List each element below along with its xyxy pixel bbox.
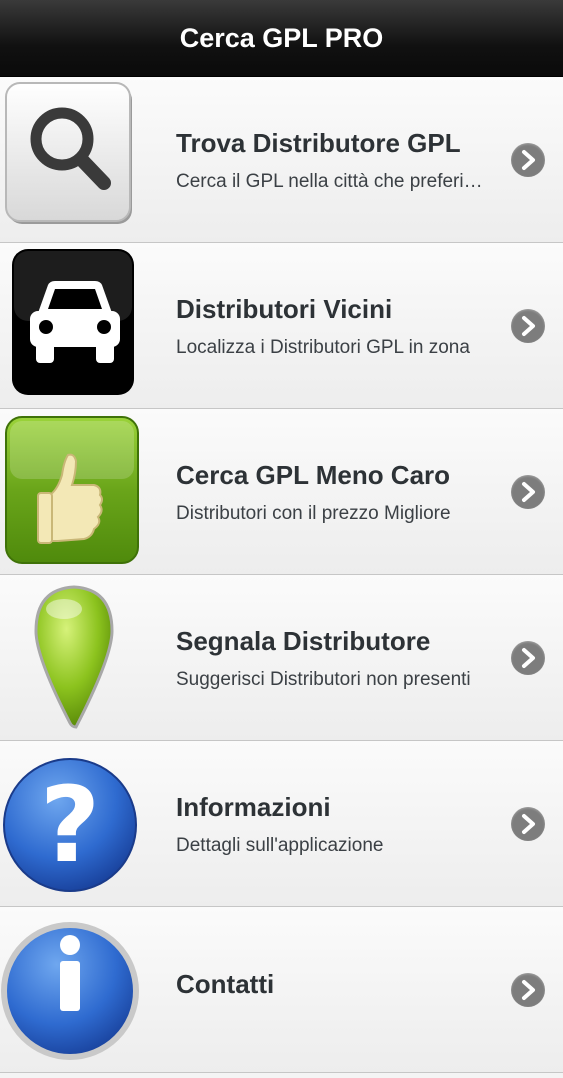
app-title: Cerca GPL PRO — [179, 22, 384, 53]
magnifier-icon — [0, 77, 150, 243]
chevron-right-icon — [511, 308, 545, 343]
menu-item-cerca-meno-caro[interactable]: Cerca GPL Meno Caro Distributori con il … — [0, 409, 563, 575]
chevron-right-icon — [511, 972, 545, 1007]
menu-item-distributori-vicini[interactable]: Distributori Vicini Localizza i Distribu… — [0, 243, 563, 409]
info-icon — [0, 907, 150, 1073]
menu-item-title: Distributori Vicini — [176, 294, 393, 324]
thumbs-up-icon — [0, 409, 150, 575]
action-bar: Cerca GPL PRO — [0, 0, 563, 77]
chevron-right-icon — [511, 806, 545, 841]
question-icon: ? — [0, 741, 150, 907]
map-pin-icon — [0, 575, 150, 741]
menu-item-title: Contatti — [176, 969, 275, 999]
menu-item-subtitle: Cerca il GPL nella città che preferi… — [176, 171, 483, 192]
menu-item-title: Segnala Distributore — [176, 626, 431, 656]
chevron-right-icon — [511, 142, 545, 177]
menu-item-title: Informazioni — [176, 792, 331, 822]
menu-item-subtitle: Suggerisci Distributori non presenti — [176, 669, 471, 690]
menu-item-subtitle: Dettagli sull'applicazione — [176, 835, 384, 856]
menu-item-subtitle: Distributori con il prezzo Migliore — [176, 503, 451, 524]
menu-item-segnala-distributore[interactable]: Segnala Distributore Suggerisci Distribu… — [0, 575, 563, 741]
menu-item-subtitle: Localizza i Distributori GPL in zona — [176, 337, 470, 358]
car-icon — [0, 243, 150, 409]
menu-item-informazioni[interactable]: ? Informazioni Dettagli sull'applicazion… — [0, 741, 563, 907]
menu-item-contatti[interactable]: Contatti — [0, 907, 563, 1073]
chevron-right-icon — [511, 474, 545, 509]
menu-list: Trova Distributore GPL Cerca il GPL nell… — [0, 77, 563, 1073]
chevron-right-icon — [511, 640, 545, 675]
menu-item-trova-distributore[interactable]: Trova Distributore GPL Cerca il GPL nell… — [0, 77, 563, 243]
menu-item-title: Trova Distributore GPL — [176, 128, 461, 158]
svg-text:?: ? — [40, 764, 100, 886]
menu-item-title: Cerca GPL Meno Caro — [176, 460, 451, 490]
